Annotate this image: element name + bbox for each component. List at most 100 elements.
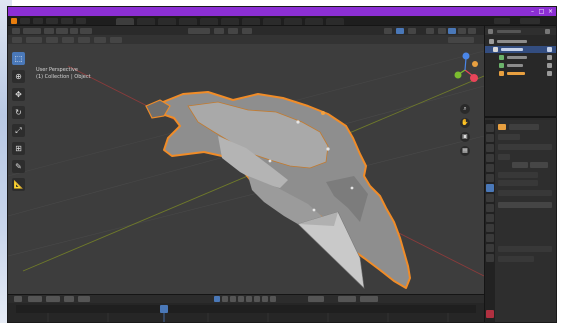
property-button[interactable] bbox=[498, 202, 552, 208]
outliner-editor-icon[interactable] bbox=[488, 29, 493, 34]
menu-edit[interactable] bbox=[33, 18, 43, 24]
auto-key-icon[interactable] bbox=[270, 296, 276, 302]
visibility-eye-icon[interactable] bbox=[547, 55, 552, 60]
top-menu-bar bbox=[8, 16, 556, 26]
zoom-icon[interactable]: ⌕ bbox=[460, 104, 470, 114]
tab-geometry-nodes[interactable] bbox=[305, 18, 323, 25]
object-name-field[interactable] bbox=[509, 124, 539, 130]
outliner-item-mesh[interactable] bbox=[485, 70, 556, 77]
modifier-tab-icon[interactable] bbox=[486, 194, 494, 202]
output-tab-icon[interactable] bbox=[486, 144, 494, 152]
vertex-marker bbox=[312, 208, 316, 212]
timeline-editor-type-icon[interactable] bbox=[14, 296, 22, 302]
timeline-ruler[interactable] bbox=[16, 305, 476, 313]
visibility-eye-icon[interactable] bbox=[547, 63, 552, 68]
property-label bbox=[498, 154, 510, 160]
prev-key-icon[interactable] bbox=[230, 296, 236, 302]
playback-menu[interactable] bbox=[28, 296, 42, 302]
light-object-icon bbox=[499, 63, 504, 68]
outliner-item-collection[interactable] bbox=[485, 46, 556, 53]
constraints-tab-icon[interactable] bbox=[486, 224, 494, 232]
rotate-icon[interactable]: ↻ bbox=[12, 106, 25, 119]
checkbox-row[interactable] bbox=[498, 172, 538, 178]
close-icon[interactable]: × bbox=[546, 7, 555, 16]
axis-gizmo[interactable] bbox=[452, 48, 478, 98]
material-tab-icon[interactable] bbox=[486, 244, 494, 252]
tab-icon[interactable] bbox=[486, 310, 494, 318]
render-tab-icon[interactable] bbox=[486, 134, 494, 142]
maximize-icon[interactable]: □ bbox=[537, 7, 546, 16]
marker-menu[interactable] bbox=[78, 296, 90, 302]
play-reverse-icon[interactable] bbox=[238, 296, 244, 302]
navigation-gizmo: ⌕ ✋ ▣ ▦ bbox=[452, 48, 478, 168]
annotate-icon[interactable]: ✎ bbox=[12, 160, 25, 173]
current-frame-field[interactable] bbox=[308, 296, 324, 302]
scene-tab-icon[interactable] bbox=[486, 164, 494, 172]
tab-layout[interactable] bbox=[116, 18, 134, 25]
view-layer-tab-icon[interactable] bbox=[486, 154, 494, 162]
transform-icon[interactable]: ⊞ bbox=[12, 142, 25, 155]
outliner-item-light[interactable] bbox=[485, 62, 556, 69]
particles-tab-icon[interactable] bbox=[486, 204, 494, 212]
menu-render[interactable] bbox=[46, 18, 58, 24]
minimize-icon[interactable]: – bbox=[528, 7, 537, 16]
blender-logo-icon[interactable] bbox=[11, 18, 17, 24]
tab-animation[interactable] bbox=[242, 18, 260, 25]
tab-compositing[interactable] bbox=[284, 18, 302, 25]
vertex-marker bbox=[350, 186, 354, 190]
tab-shading[interactable] bbox=[221, 18, 239, 25]
scale-icon[interactable]: ⤢ bbox=[12, 124, 25, 137]
start-frame-field[interactable] bbox=[338, 296, 356, 302]
object-tab-icon[interactable] bbox=[486, 184, 494, 192]
world-tab-icon[interactable] bbox=[486, 174, 494, 182]
grid-view-icon[interactable]: ▦ bbox=[460, 146, 470, 156]
visibility-eye-icon[interactable] bbox=[547, 47, 552, 52]
measure-icon[interactable]: 📐 bbox=[12, 178, 25, 191]
timeline-view-menu[interactable] bbox=[64, 296, 74, 302]
panel-header[interactable] bbox=[498, 190, 552, 196]
play-icon[interactable] bbox=[246, 296, 252, 302]
3d-viewport[interactable]: User Perspective (1) Collection | Object… bbox=[8, 26, 484, 294]
outliner-item-camera[interactable] bbox=[485, 54, 556, 61]
tab-texture-paint[interactable] bbox=[200, 18, 218, 25]
tab-sculpting[interactable] bbox=[158, 18, 176, 25]
pan-hand-icon[interactable]: ✋ bbox=[460, 118, 470, 128]
property-field[interactable] bbox=[512, 162, 528, 168]
property-field[interactable] bbox=[530, 162, 548, 168]
physics-tab-icon[interactable] bbox=[486, 214, 494, 222]
cursor-select-icon[interactable]: ⬚ bbox=[12, 52, 25, 65]
menu-help[interactable] bbox=[76, 18, 86, 24]
filter-icon[interactable] bbox=[545, 29, 550, 34]
panel-header[interactable] bbox=[498, 256, 534, 262]
move-icon[interactable]: ✥ bbox=[12, 88, 25, 101]
panel-header[interactable] bbox=[498, 246, 552, 252]
outliner-search-input[interactable] bbox=[497, 30, 521, 33]
cursor-icon[interactable]: ⊕ bbox=[12, 70, 25, 83]
jump-start-icon[interactable] bbox=[222, 296, 228, 302]
visibility-eye-icon[interactable] bbox=[547, 71, 552, 76]
tool-tab-icon[interactable] bbox=[486, 124, 494, 132]
keying-menu[interactable] bbox=[46, 296, 60, 302]
record-icon[interactable] bbox=[214, 296, 220, 302]
jump-end-icon[interactable] bbox=[262, 296, 268, 302]
data-tab-icon[interactable] bbox=[486, 234, 494, 242]
end-frame-field[interactable] bbox=[360, 296, 378, 302]
tab-rendering[interactable] bbox=[263, 18, 281, 25]
checkbox-row[interactable] bbox=[498, 180, 538, 186]
menu-file[interactable] bbox=[20, 18, 30, 24]
properties-editor bbox=[485, 120, 556, 322]
outliner-item-scene-collection[interactable] bbox=[485, 38, 556, 45]
camera-icon[interactable]: ▣ bbox=[460, 132, 470, 142]
scene-selector[interactable] bbox=[494, 18, 510, 24]
outliner bbox=[485, 26, 556, 118]
menu-window[interactable] bbox=[61, 18, 73, 24]
playhead[interactable] bbox=[160, 305, 168, 313]
next-key-icon[interactable] bbox=[254, 296, 260, 302]
texture-tab-icon[interactable] bbox=[486, 254, 494, 262]
timeline-ticks bbox=[47, 313, 449, 322]
view-layer-selector[interactable] bbox=[520, 18, 540, 24]
tab-scripting[interactable] bbox=[326, 18, 344, 25]
tab-uv-editing[interactable] bbox=[179, 18, 197, 25]
panel-header[interactable] bbox=[498, 144, 552, 150]
tab-modeling[interactable] bbox=[137, 18, 155, 25]
